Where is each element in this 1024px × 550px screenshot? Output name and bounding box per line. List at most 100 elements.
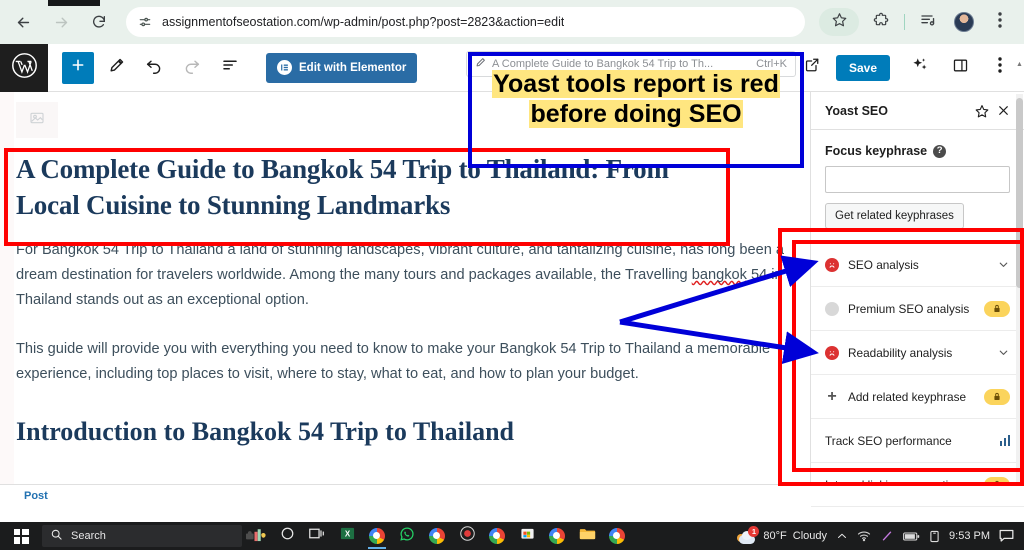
save-button[interactable]: Save <box>835 54 890 81</box>
reload-button[interactable] <box>84 7 114 37</box>
plus-icon: + <box>827 387 837 405</box>
notifications-icon[interactable] <box>999 529 1014 543</box>
taskbar-search-placeholder: Search <box>71 530 106 542</box>
misspelled-word: bangkok <box>691 266 747 283</box>
sidebar-scrollbar[interactable] <box>1016 94 1023 502</box>
scroll-up-arrow-icon[interactable]: ▲ <box>1016 60 1023 69</box>
add-block-plus-icon <box>70 57 86 78</box>
back-button[interactable] <box>8 7 38 37</box>
taskbar-app-whatsapp[interactable] <box>392 522 422 550</box>
yoast-row-label: Add related keyphrase <box>848 389 967 404</box>
chrome-icon <box>489 528 505 544</box>
yoast-row-label: SEO analysis <box>848 257 919 272</box>
close-panel-button[interactable] <box>997 104 1010 117</box>
task-view-icon <box>308 526 326 546</box>
yoast-row-readability-analysis[interactable]: Readability analysis <box>811 331 1024 375</box>
chrome-icon <box>369 528 385 544</box>
chevron-down-icon[interactable] <box>997 346 1010 359</box>
forward-button[interactable] <box>46 7 76 37</box>
wifi-icon[interactable] <box>857 530 871 542</box>
yoast-panel-title: Yoast SEO <box>825 103 888 118</box>
tray-chevron-up-icon[interactable] <box>836 530 848 542</box>
taskbar-app-chrome-3[interactable] <box>482 522 512 550</box>
three-dot-menu-icon <box>998 11 1002 33</box>
post-paragraph-2[interactable]: This guide will provide you with everyth… <box>16 337 788 387</box>
image-placeholder-icon <box>29 110 45 131</box>
weather-notification-badge: 1 <box>748 525 760 537</box>
cortana-button[interactable] <box>272 522 302 550</box>
scrollbar-thumb[interactable] <box>1016 98 1023 288</box>
file-explorer-icon <box>579 527 596 546</box>
bookmark-button[interactable] <box>819 8 859 36</box>
chevron-down-icon[interactable] <box>997 258 1010 271</box>
taskbar-app-microsoft-store[interactable] <box>512 522 542 550</box>
device-icon[interactable] <box>929 530 940 543</box>
taskbar-app-chrome-2[interactable] <box>422 522 452 550</box>
list-view-button[interactable] <box>214 52 246 84</box>
yoast-row-track-seo-performance[interactable]: Track SEO performance <box>811 419 1024 463</box>
featured-image-placeholder[interactable] <box>16 102 58 138</box>
breadcrumb[interactable]: Post <box>24 490 48 502</box>
battery-icon[interactable] <box>903 531 920 542</box>
address-bar[interactable]: assignmentofseostation.com/wp-admin/post… <box>126 7 805 37</box>
canvas-left-rail <box>0 92 14 506</box>
excel-icon: X <box>340 526 355 546</box>
yoast-row-seo-analysis[interactable]: SEO analysis <box>811 243 1024 287</box>
reading-list-button[interactable] <box>914 8 942 36</box>
redo-button[interactable] <box>176 52 208 84</box>
weather-temperature: 80°F <box>763 530 787 542</box>
chrome-icon <box>609 528 625 544</box>
pen-icon[interactable] <box>880 529 894 543</box>
taskbar-app-chrome-5[interactable] <box>602 522 632 550</box>
get-related-keyphrases-button[interactable]: Get related keyphrases <box>825 203 964 229</box>
edit-with-elementor-button[interactable]: Edit with Elementor <box>266 52 418 83</box>
profile-button[interactable] <box>950 8 978 36</box>
taskbar-icon-thumbnails[interactable] <box>242 522 272 550</box>
taskbar-app-chrome-4[interactable] <box>542 522 572 550</box>
help-question-icon[interactable]: ? <box>933 144 947 158</box>
list-view-icon <box>221 56 239 79</box>
search-icon <box>50 528 63 544</box>
editor-breadcrumb-bar: Post <box>0 484 1024 506</box>
yoast-panel-header: Yoast SEO <box>811 92 1024 130</box>
task-view-button[interactable] <box>302 522 332 550</box>
taskbar-app-excel[interactable]: X <box>332 522 362 550</box>
ai-sparkle-icon <box>911 56 929 79</box>
browser-tab-stub[interactable] <box>48 0 100 6</box>
wordpress-logo-button[interactable] <box>0 43 48 92</box>
settings-sidebar-button[interactable] <box>944 52 976 84</box>
undo-button[interactable] <box>138 52 170 84</box>
screenshot-root: assignmentofseostation.com/wp-admin/post… <box>0 0 1024 550</box>
redo-arrow-icon <box>183 56 201 79</box>
taskbar-app-chrome-1[interactable] <box>362 522 392 550</box>
add-block-button[interactable] <box>62 51 94 84</box>
start-button[interactable] <box>0 522 42 550</box>
taskbar-search-box[interactable]: Search <box>42 525 242 547</box>
focus-keyphrase-input[interactable] <box>825 166 1010 193</box>
focus-keyphrase-label-row: Focus keyphrase ? <box>825 144 1010 158</box>
post-paragraph-1[interactable]: For Bangkok 54 Trip to Thailand a land o… <box>16 238 788 313</box>
editor-options-button[interactable] <box>984 52 1016 84</box>
bar-chart-icon <box>999 435 1010 446</box>
weather-condition: Cloudy <box>792 530 828 542</box>
chrome-icon <box>429 528 445 544</box>
post-heading-2[interactable]: Introduction to Bangkok 54 Trip to Thail… <box>16 417 810 447</box>
lock-badge-icon[interactable] <box>984 388 1010 405</box>
yoast-row-add-related-keyphrase[interactable]: + Add related keyphrase <box>811 375 1024 419</box>
extensions-button[interactable] <box>867 8 895 36</box>
elementor-logo-icon <box>277 60 292 75</box>
weather-widget[interactable]: 1 80°F Cloudy <box>737 525 828 544</box>
tools-button[interactable] <box>100 52 132 84</box>
record-icon <box>459 526 475 546</box>
pin-star-button[interactable] <box>975 104 989 118</box>
yoast-row-premium-seo-analysis[interactable]: Premium SEO analysis <box>811 287 1024 331</box>
browser-menu-button[interactable] <box>986 8 1014 36</box>
lock-badge-icon[interactable] <box>984 300 1010 317</box>
ai-assistant-button[interactable] <box>904 52 936 84</box>
focus-keyphrase-label: Focus keyphrase <box>825 144 928 158</box>
browser-toolbar: assignmentofseostation.com/wp-admin/post… <box>0 0 1024 44</box>
taskbar-app-recorder[interactable] <box>452 522 482 550</box>
site-settings-icon[interactable] <box>138 15 152 29</box>
taskbar-app-file-explorer[interactable] <box>572 522 602 550</box>
taskbar-clock[interactable]: 9:53 PM <box>949 530 990 542</box>
